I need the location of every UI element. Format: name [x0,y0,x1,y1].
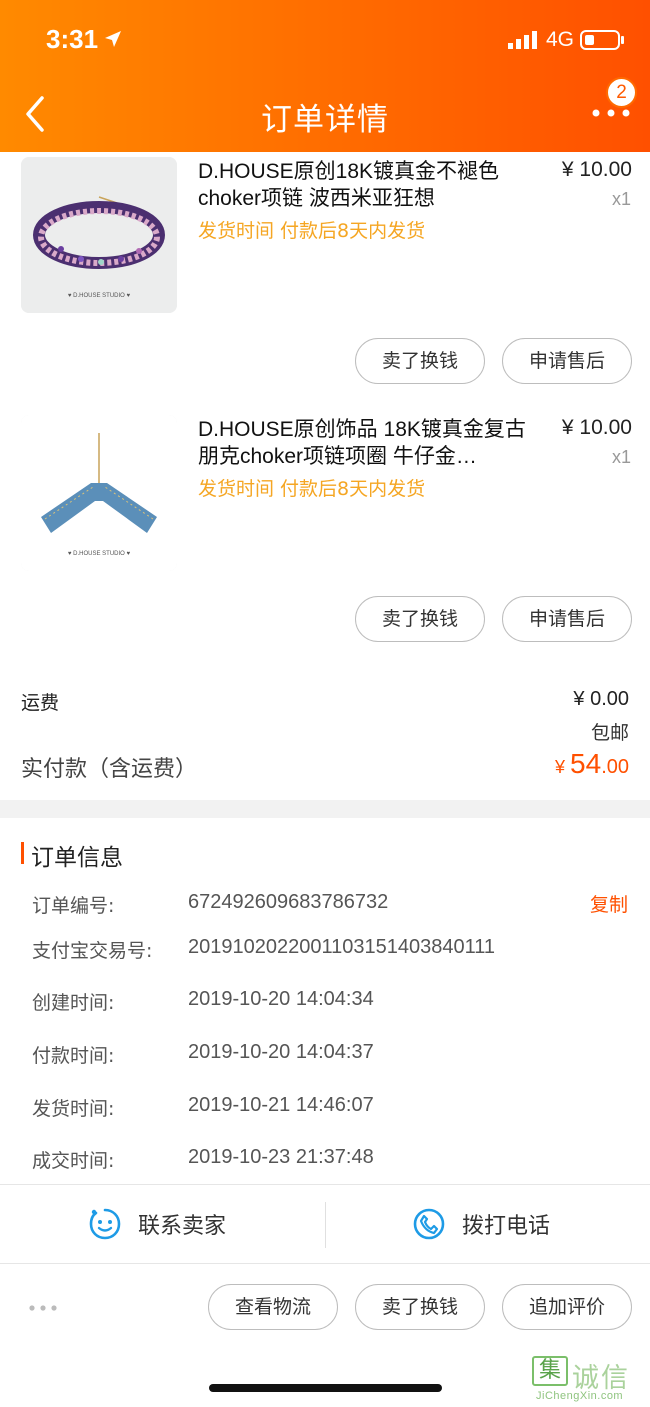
add-review-button[interactable]: 追加评价 [502,1284,632,1330]
info-label: 付款时间: [32,1045,115,1067]
notification-badge[interactable]: 2 [606,77,637,108]
watermark-url: JiChengXin.com [536,1390,624,1402]
info-value: 2019102022001103151403840111 [188,936,495,958]
paid-total: ¥ 54.00 [555,748,629,780]
paid-currency: ¥ [555,757,571,777]
product-qty: x1 [611,189,631,209]
sell-button[interactable]: 卖了换钱 [355,338,485,384]
product-image[interactable]: ♥ D.HOUSE STUDIO ♥ [21,157,177,313]
info-label: 创建时间: [32,992,115,1014]
nav-header: 3:31 4G 订单详情 2 [0,0,650,152]
call-phone-label: 拨打电话 [462,1214,551,1239]
contact-divider [325,1202,326,1248]
more-actions-icon[interactable] [28,1299,60,1317]
paid-label: 实付款（含运费） [21,757,198,782]
choker-image-icon: ♥ D.HOUSE STUDIO ♥ [21,415,177,571]
info-value: 672492609683786732 [188,891,389,913]
watermark-mark: 集 [532,1356,568,1386]
info-label: 支付宝交易号: [32,940,153,962]
sell-button[interactable]: 卖了换钱 [355,1284,485,1330]
watermark-logo: 集 诚信 JiChengXin.com [532,1356,648,1404]
info-value: 2019-10-21 14:46:07 [188,1094,374,1116]
paid-integer: 54 [570,748,602,779]
sell-button[interactable]: 卖了换钱 [355,596,485,642]
delivery-note: 发货时间 付款后8天内发货 [198,220,426,242]
chat-smile-icon [89,1208,121,1240]
more-menu-icon[interactable] [590,106,632,120]
page-title: 订单详情 [261,102,389,138]
product-price: ¥ 10.00 [561,158,632,181]
copy-button[interactable]: 复制 [590,890,628,917]
call-phone-button[interactable]: 拨打电话 [412,1185,550,1263]
battery-icon [580,30,624,50]
after-sales-button[interactable]: 申请售后 [502,596,632,642]
info-label: 成交时间: [32,1150,115,1172]
product-qty: x1 [611,447,631,467]
contact-seller-button[interactable]: 联系卖家 [88,1185,226,1263]
info-label: 发货时间: [32,1098,115,1120]
info-label: 订单编号: [32,895,115,917]
product-image[interactable]: ♥ D.HOUSE STUDIO ♥ [21,415,177,571]
after-sales-button[interactable]: 申请售后 [502,338,632,384]
status-time: 3:31 [46,24,99,54]
home-indicator[interactable] [209,1384,442,1392]
image-caption: ♥ D.HOUSE STUDIO ♥ [68,293,131,299]
network-type: 4G [546,28,575,51]
section-accent-bar [21,842,24,864]
product-title[interactable]: D.HOUSE原创饰品 18K镀真金复古朋克choker项链项圈 牛仔金… [198,416,528,470]
divider [0,1263,650,1264]
view-logistics-button[interactable]: 查看物流 [208,1284,338,1330]
location-arrow-icon [105,31,121,47]
contact-seller-label: 联系卖家 [138,1214,227,1239]
choker-image-icon: ♥ D.HOUSE STUDIO ♥ [21,157,177,313]
product-title[interactable]: D.HOUSE原创18K镀真金不褪色choker项链 波西米亚狂想 [198,158,528,212]
paid-decimal: .00 [601,756,629,778]
info-value: 2019-10-23 21:37:48 [188,1146,374,1168]
phone-icon [413,1208,445,1240]
image-caption: ♥ D.HOUSE STUDIO ♥ [68,551,131,557]
info-value: 2019-10-20 14:04:37 [188,1041,374,1063]
order-info-title: 订单信息 [31,845,123,871]
cellular-signal-icon [508,31,537,49]
shipping-label: 运费 [21,692,60,714]
free-shipping-label: 包邮 [590,722,629,744]
section-separator [0,800,650,818]
delivery-note: 发货时间 付款后8天内发货 [198,478,426,500]
info-value: 2019-10-20 14:04:34 [188,988,374,1010]
shipping-value: ¥ 0.00 [573,688,629,710]
product-price: ¥ 10.00 [561,416,632,439]
